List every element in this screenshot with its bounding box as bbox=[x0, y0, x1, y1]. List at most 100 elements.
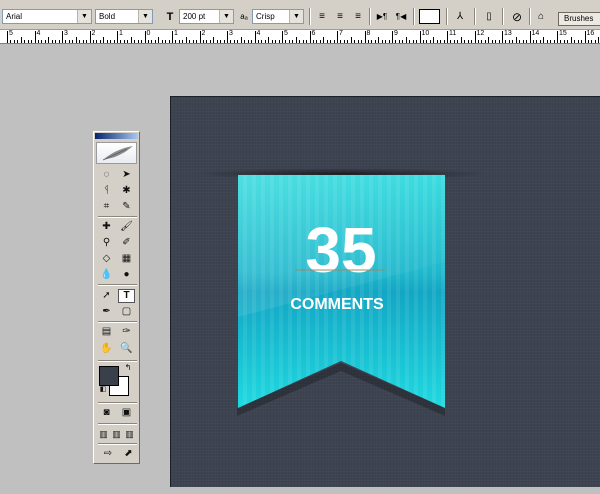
gradient-tool-icon[interactable]: ▦ bbox=[118, 252, 135, 266]
brushes-tab[interactable]: Brushes bbox=[558, 12, 600, 26]
ruler-major-tick bbox=[474, 31, 476, 43]
slice-tool-icon[interactable]: ✎ bbox=[118, 200, 135, 214]
antialias-select[interactable]: Crisp ▼ bbox=[252, 9, 304, 24]
lasso-tool-icon[interactable]: ᛩ bbox=[98, 184, 115, 198]
ruler-major-tick bbox=[282, 31, 283, 43]
ruler-minor-tick bbox=[79, 40, 81, 43]
ruler-major-tick bbox=[392, 31, 393, 43]
eyedropper-tool-icon[interactable]: ✑ bbox=[118, 325, 135, 339]
ruler-minor-tick bbox=[405, 37, 407, 43]
marquee-tool-icon[interactable]: ◌ bbox=[98, 168, 115, 182]
ruler-minor-tick bbox=[416, 40, 418, 43]
ruler-minor-tick bbox=[560, 40, 562, 43]
font-style-select[interactable]: Bold ▼ bbox=[95, 9, 153, 24]
ruler-minor-tick bbox=[388, 40, 390, 43]
ruler-minor-tick bbox=[367, 40, 369, 43]
quick-mask-mode-icon[interactable]: ▣ bbox=[118, 406, 135, 420]
ruler-minor-tick bbox=[433, 37, 435, 43]
notes-tool-icon[interactable]: ▤ bbox=[98, 325, 115, 339]
toolbox-divider bbox=[98, 423, 137, 425]
healing-brush-tool-icon[interactable]: ✚ bbox=[98, 220, 115, 234]
hand-tool-icon[interactable]: ✋ bbox=[98, 342, 115, 356]
screen-mode-full-icon[interactable]: ▥ bbox=[123, 427, 136, 441]
font-style-value: Bold bbox=[99, 12, 116, 21]
ruler-minor-tick bbox=[381, 40, 383, 43]
ruler-minor-tick bbox=[361, 40, 363, 43]
move-tool-icon[interactable]: ➤ bbox=[118, 168, 135, 182]
ruler-minor-tick bbox=[151, 40, 153, 43]
ruler-minor-tick bbox=[185, 37, 187, 43]
ruler-label: 0 bbox=[146, 30, 151, 37]
jump-to-imageready-icon[interactable]: ⇨ bbox=[98, 447, 118, 461]
ruler-minor-tick bbox=[192, 40, 194, 43]
edit-in-imageready-icon[interactable]: ⬈ bbox=[120, 447, 137, 461]
path-selection-tool-icon[interactable]: ➚ bbox=[98, 289, 115, 303]
ruler-label: 6 bbox=[311, 30, 316, 37]
ruler-label: 15 bbox=[559, 30, 567, 37]
pen-tool-icon[interactable]: ✒ bbox=[98, 305, 115, 319]
align-left-button[interactable]: ≡ bbox=[314, 10, 330, 24]
eraser-tool-icon[interactable]: ◇ bbox=[98, 252, 115, 266]
ruler-minor-tick bbox=[539, 40, 541, 43]
toolbox-title-bar[interactable] bbox=[95, 133, 138, 139]
badge-label: COMMENTS bbox=[290, 296, 384, 313]
screen-mode-standard-icon[interactable]: ▥ bbox=[97, 427, 110, 441]
ruler-minor-tick bbox=[457, 40, 459, 43]
shape-tool-icon[interactable]: ▢ bbox=[118, 305, 135, 319]
ruler-minor-tick bbox=[395, 40, 397, 43]
ruler-minor-tick bbox=[508, 40, 510, 43]
history-brush-tool-icon[interactable]: ✐ bbox=[118, 236, 135, 250]
tool-presets-button[interactable]: ⌂ bbox=[533, 10, 549, 24]
zoom-tool-icon[interactable]: 🔍 bbox=[118, 342, 135, 356]
clone-stamp-tool-icon[interactable]: ⚲ bbox=[98, 236, 115, 250]
default-colors-icon[interactable]: ◧ bbox=[99, 386, 107, 394]
text-direction-ltr-button[interactable]: ▶¶ bbox=[373, 10, 391, 24]
align-right-button[interactable]: ≡ bbox=[350, 10, 366, 24]
ruler-minor-tick bbox=[20, 37, 22, 43]
ruler-minor-tick bbox=[426, 40, 428, 43]
blur-tool-icon[interactable]: 💧 bbox=[98, 268, 115, 282]
font-family-value: Arial bbox=[6, 12, 23, 21]
magic-wand-tool-icon[interactable]: ✱ bbox=[118, 184, 135, 198]
cancel-icon[interactable]: ⊘ bbox=[509, 10, 525, 24]
ruler-minor-tick bbox=[189, 40, 191, 43]
ruler-minor-tick bbox=[330, 40, 332, 43]
foreground-color-swatch[interactable] bbox=[99, 366, 119, 386]
ruler-minor-tick bbox=[223, 40, 225, 43]
align-center-button[interactable]: ≡ bbox=[332, 10, 348, 24]
feather-icon bbox=[102, 146, 133, 161]
ruler-label: 1 bbox=[119, 30, 123, 37]
screen-mode-full-menu-icon[interactable]: ▥ bbox=[110, 427, 123, 441]
ruler-minor-tick bbox=[130, 37, 132, 43]
swap-colors-icon[interactable]: ↰ bbox=[123, 363, 133, 373]
character-palette-button[interactable]: ▯ bbox=[481, 10, 497, 24]
ruler-minor-tick bbox=[134, 40, 136, 43]
type-tool-icon[interactable]: T bbox=[118, 289, 135, 303]
brush-tool-icon[interactable]: 🖌 bbox=[118, 220, 135, 234]
ruler-major-tick bbox=[117, 31, 118, 43]
ruler-minor-tick bbox=[553, 40, 555, 43]
ruler-minor-tick bbox=[31, 40, 33, 43]
toolbox-divider bbox=[98, 443, 137, 445]
document-canvas[interactable]: 35 COMMENTS bbox=[170, 96, 600, 487]
text-color-swatch[interactable] bbox=[419, 9, 440, 24]
options-bar: Arial ▼ Bold ▼ T 200 pt ▼ aₐ Crisp ▼ ≡ ≡… bbox=[0, 0, 600, 30]
separator bbox=[369, 8, 371, 25]
ruler-minor-tick bbox=[233, 40, 235, 43]
warp-text-button[interactable]: ⅄ bbox=[452, 10, 468, 24]
dodge-tool-icon[interactable]: ● bbox=[118, 268, 135, 282]
font-size-select[interactable]: 200 pt ▼ bbox=[179, 9, 234, 24]
toolbox-divider bbox=[98, 402, 137, 404]
ruler-label: 7 bbox=[339, 30, 343, 37]
ruler-minor-tick bbox=[154, 40, 156, 43]
standard-mode-icon[interactable]: ◙ bbox=[98, 406, 115, 420]
ruler-label: 1 bbox=[174, 30, 178, 37]
toolbox-header[interactable] bbox=[96, 142, 137, 164]
font-family-select[interactable]: Arial ▼ bbox=[2, 9, 92, 24]
text-direction-rtl-button[interactable]: ¶◀ bbox=[392, 10, 410, 24]
ruler-major-tick bbox=[199, 31, 201, 43]
ruler-minor-tick bbox=[512, 40, 514, 43]
crop-tool-icon[interactable]: ⌗ bbox=[98, 200, 115, 214]
ruler-minor-tick bbox=[178, 40, 180, 43]
ruler-minor-tick bbox=[574, 40, 576, 43]
